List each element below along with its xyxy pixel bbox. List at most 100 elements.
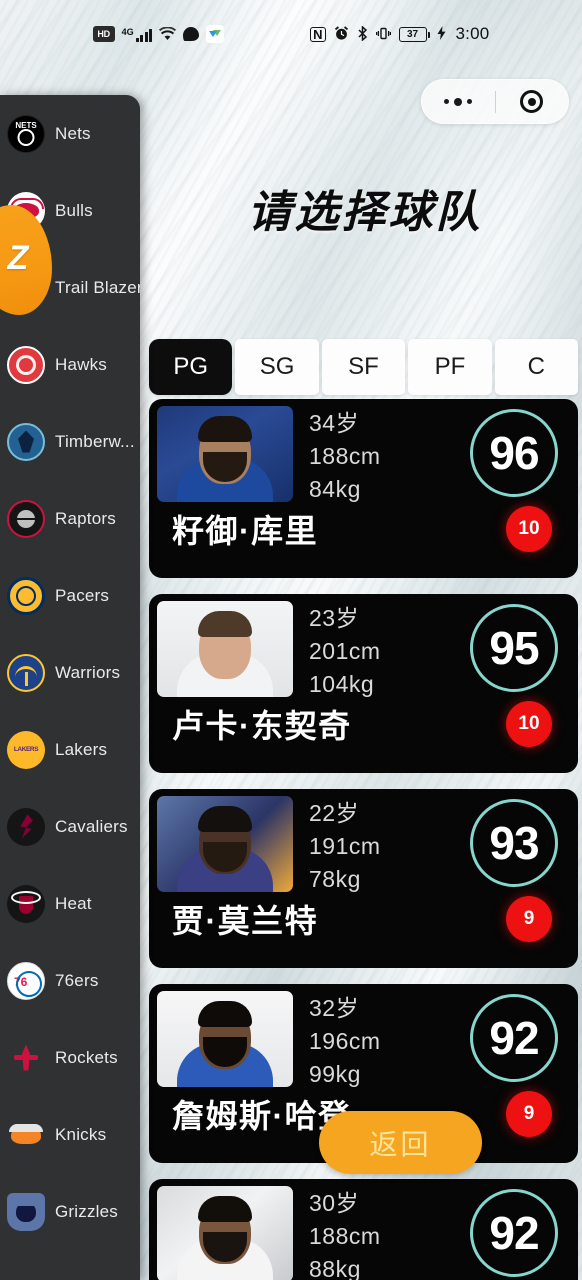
- cavaliers-logo-icon: [7, 807, 45, 846]
- player-weight: 88kg: [309, 1256, 361, 1280]
- hawks-logo-icon: [7, 345, 45, 384]
- player-age: 22岁: [309, 800, 360, 826]
- raptors-logo-icon: [7, 499, 45, 538]
- player-age: 30岁: [309, 1190, 360, 1216]
- player-badge: 9: [506, 896, 552, 942]
- player-card[interactable]: 23岁 201cm 104kg 95 卢卡·东契奇 10: [149, 594, 578, 773]
- timberwolves-logo-icon: [7, 422, 45, 461]
- tab-pg[interactable]: PG: [149, 339, 233, 395]
- sidebar-item-timberw[interactable]: Timberw...: [0, 403, 140, 480]
- floating-widget-label: Z: [7, 238, 29, 277]
- player-badge: 10: [506, 701, 552, 747]
- miniprogram-capsule[interactable]: [421, 79, 569, 124]
- tab-c[interactable]: C: [494, 339, 579, 395]
- player-stats: 34岁 188cm 84kg: [309, 407, 381, 506]
- heat-logo-icon: [7, 884, 45, 923]
- sidebar-item-label: Timberw...: [55, 431, 135, 451]
- sidebar-item-label: Hawks: [55, 354, 108, 374]
- sidebar-item-label: Nets: [55, 123, 91, 143]
- message-bubble-icon: [183, 27, 200, 41]
- player-rating: 92: [489, 1207, 539, 1259]
- lakers-logo-icon: [7, 730, 45, 769]
- player-height: 188cm: [309, 1223, 381, 1249]
- status-bar-left: HD 4G: [92, 25, 225, 43]
- sidebar-item-label: Pacers: [55, 585, 110, 605]
- page-title: 请选择球队: [247, 188, 483, 237]
- tab-label: PF: [434, 353, 466, 380]
- alarm-clock-icon: [334, 25, 349, 43]
- player-height: 201cm: [309, 638, 381, 664]
- tab-sg[interactable]: SG: [235, 339, 319, 395]
- player-weight: 84kg: [309, 476, 361, 502]
- sidebar-item-label: Lakers: [55, 739, 108, 759]
- grizzlies-logo-icon: [7, 1192, 45, 1231]
- 76ers-logo-icon: [7, 961, 45, 1000]
- player-card[interactable]: 22岁 191cm 78kg 93 贾·莫兰特 9: [149, 789, 578, 968]
- nets-logo-icon: [7, 114, 45, 153]
- capsule-close-button[interactable]: [496, 80, 569, 123]
- status-bar: HD 4G N 37 3:00: [0, 0, 582, 68]
- player-rating: 93: [489, 817, 539, 869]
- sidebar-item-grizzles[interactable]: Grizzles: [0, 1173, 140, 1250]
- player-card[interactable]: 30岁 188cm 88kg 92: [149, 1179, 578, 1280]
- player-rating: 95: [489, 622, 539, 674]
- sidebar-item-label: Cavaliers: [55, 816, 128, 836]
- player-photo: [157, 991, 293, 1087]
- status-bar-clock: 3:00: [455, 24, 490, 43]
- app-shortcut-icon: [206, 25, 225, 43]
- rockets-logo-icon: [7, 1038, 45, 1077]
- sidebar-item-pacers[interactable]: Pacers: [0, 557, 140, 634]
- sidebar-item-label: Bulls: [55, 200, 93, 220]
- battery-indicator: 37: [398, 26, 430, 42]
- status-bar-right: N 37 3:00: [310, 24, 489, 44]
- player-photo: [157, 406, 293, 502]
- sidebar-item-label: Heat: [55, 893, 92, 913]
- sidebar-item-warriors[interactable]: Warriors: [0, 634, 140, 711]
- tab-sf[interactable]: SF: [321, 339, 406, 395]
- player-card[interactable]: 34岁 188cm 84kg 96 籽御·库里 10: [149, 399, 578, 578]
- sidebar-item-rockets[interactable]: Rockets: [0, 1019, 140, 1096]
- sidebar-item-lakers[interactable]: Lakers: [0, 711, 140, 788]
- player-photo: [157, 601, 293, 697]
- sidebar-item-knicks[interactable]: Knicks: [0, 1096, 140, 1173]
- tab-label: PG: [173, 353, 209, 380]
- player-rating: 96: [489, 427, 539, 479]
- player-name: 卢卡·东契奇: [172, 708, 352, 744]
- back-button[interactable]: 返回: [319, 1111, 482, 1174]
- three-dots-icon: [444, 97, 473, 106]
- network-type-label: 4G: [121, 26, 134, 37]
- player-stats: 32岁 196cm 99kg: [309, 992, 381, 1091]
- sidebar-item-cavaliers[interactable]: Cavaliers: [0, 788, 140, 865]
- player-rating-ring: 95: [470, 604, 558, 692]
- tab-label: SF: [348, 353, 379, 380]
- player-photo: [157, 1186, 293, 1280]
- sidebar-item-heat[interactable]: Heat: [0, 865, 140, 942]
- player-stats: 30岁 188cm 88kg: [309, 1187, 381, 1280]
- player-rating-ring: 92: [470, 994, 558, 1082]
- sidebar-item-76ers[interactable]: 76ers: [0, 942, 140, 1019]
- player-rating-ring: 92: [470, 1189, 558, 1277]
- position-tabs[interactable]: PG SG SF PF C: [149, 339, 579, 395]
- tab-label: C: [527, 353, 545, 380]
- player-age: 34岁: [309, 410, 360, 436]
- player-weight: 99kg: [309, 1061, 361, 1087]
- tab-label: SG: [259, 353, 295, 380]
- player-height: 196cm: [309, 1028, 381, 1054]
- knicks-logo-icon: [7, 1115, 45, 1154]
- sidebar-item-raptors[interactable]: Raptors: [0, 480, 140, 557]
- sidebar-item-label: Grizzles: [55, 1201, 118, 1221]
- player-badge: 10: [506, 506, 552, 552]
- sidebar-item-label: Knicks: [55, 1124, 107, 1144]
- player-age: 23岁: [309, 605, 360, 631]
- player-stats: 22岁 191cm 78kg: [309, 797, 381, 896]
- tab-pf[interactable]: PF: [408, 339, 492, 395]
- sidebar-item-hawks[interactable]: Hawks: [0, 326, 140, 403]
- capsule-menu-button[interactable]: [422, 80, 495, 123]
- player-rating: 92: [489, 1012, 539, 1064]
- player-name: 籽御·库里: [172, 513, 319, 549]
- pacers-logo-icon: [7, 576, 45, 615]
- player-weight: 104kg: [309, 671, 375, 697]
- bluetooth-icon: [357, 24, 368, 43]
- sidebar-item-nets[interactable]: Nets: [0, 95, 140, 172]
- sidebar-item-label: Rockets: [55, 1047, 118, 1067]
